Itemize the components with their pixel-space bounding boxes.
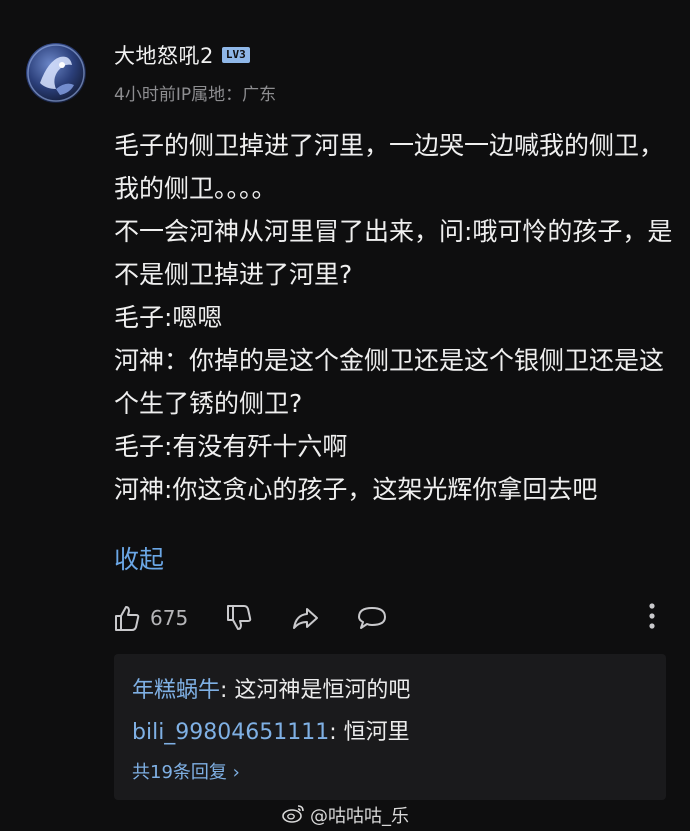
comment-line: 河神：你掉的是这个金侧卫还是这个银侧卫还是这个生了锈的侧卫? xyxy=(114,346,665,418)
view-all-replies-link[interactable]: 共19条回复 › xyxy=(132,758,240,784)
reply-username[interactable]: 年糕蜗牛 xyxy=(132,678,220,703)
comment-line: 毛子:嗯嗯 xyxy=(114,303,223,332)
like-count: 675 xyxy=(150,606,189,630)
more-vertical-icon[interactable] xyxy=(640,600,664,638)
thumb-down-icon[interactable] xyxy=(224,603,254,633)
reply-item[interactable]: bili_99804651111: 恒河里 xyxy=(132,714,410,746)
ip-location: IP属地：广东 xyxy=(175,85,277,105)
comment-meta: 4小时前IP属地：广东 xyxy=(114,80,276,105)
comment-line: 毛子:有没有歼十六啊 xyxy=(114,432,348,461)
comment-line: 河神:你这贪心的孩子，这架光辉你拿回去吧 xyxy=(114,475,598,504)
thumb-up-icon[interactable] xyxy=(112,603,142,633)
user-header: 大地怒吼2 LV3 xyxy=(114,40,250,70)
collapse-button[interactable]: 收起 xyxy=(114,540,164,576)
weibo-icon xyxy=(282,803,306,828)
comment-line: 不一会河神从河里冒了出来，问:哦可怜的孩子，是不是侧卫掉进了河里? xyxy=(114,217,673,289)
reply-text: : 恒河里 xyxy=(329,720,410,745)
watermark: @咕咕咕_乐 xyxy=(282,802,409,828)
reply-username[interactable]: bili_99804651111 xyxy=(132,720,329,745)
action-bar: 675 xyxy=(112,598,388,638)
avatar[interactable] xyxy=(26,43,86,103)
reply-box: 年糕蜗牛: 这河神是恒河的吧 bili_99804651111: 恒河里 共19… xyxy=(114,654,666,800)
comment-line: 毛子的侧卫掉进了河里，一边哭一边喊我的侧卫，我的侧卫。。。。 xyxy=(114,131,665,203)
level-badge: LV3 xyxy=(221,47,250,63)
watermark-text: @咕咕咕_乐 xyxy=(310,806,409,827)
reply-text: : 这河神是恒河的吧 xyxy=(220,678,411,703)
comment-time: 4小时前 xyxy=(114,85,176,105)
share-icon[interactable] xyxy=(290,603,320,633)
comment-icon[interactable] xyxy=(356,603,388,633)
comment-body: 毛子的侧卫掉进了河里，一边哭一边喊我的侧卫，我的侧卫。。。。 不一会河神从河里冒… xyxy=(114,124,674,511)
reply-item[interactable]: 年糕蜗牛: 这河神是恒河的吧 xyxy=(132,672,410,704)
avatar-image xyxy=(27,44,85,102)
username[interactable]: 大地怒吼2 xyxy=(114,40,214,70)
